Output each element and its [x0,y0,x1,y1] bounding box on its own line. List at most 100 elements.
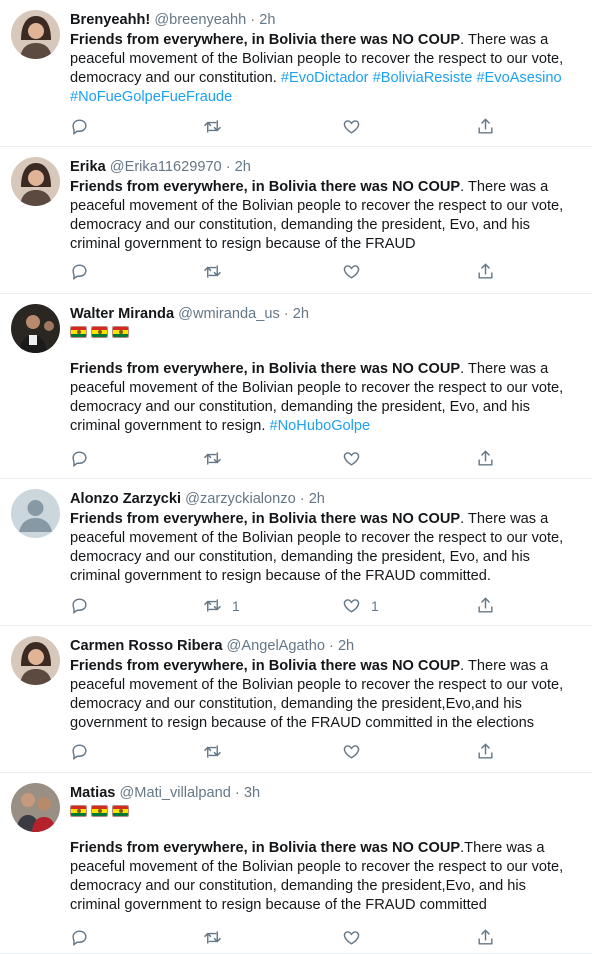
reply-icon [70,742,89,761]
like-button[interactable] [342,117,371,136]
display-name[interactable]: Brenyeahh! [70,12,150,28]
hashtag-link[interactable]: #BoliviaResiste [373,70,473,86]
avatar[interactable] [11,636,60,685]
hashtag-link[interactable]: #NoFueGolpeFueFraude [70,89,232,105]
tweet-actions [70,262,510,282]
share-button[interactable] [476,742,495,761]
user-handle[interactable]: @wmiranda_us [178,306,280,322]
retweet-icon [203,742,222,761]
separator-dot: · [295,491,309,507]
like-button[interactable] [342,742,371,761]
like-button[interactable] [342,449,371,468]
reply-button[interactable] [70,262,89,281]
timestamp[interactable]: 2h [235,159,251,175]
timestamp[interactable]: 2h [309,491,325,507]
tweet[interactable]: Brenyeahh! @breenyeahh · 2h Friends from … [0,0,592,147]
user-handle[interactable]: @Erika11629970 [110,159,222,175]
tweet-bold-text: Friends from everywhere, in Bolivia ther… [70,32,461,48]
share-button[interactable] [476,117,495,136]
timestamp[interactable]: 2h [338,638,354,654]
share-button[interactable] [476,596,495,615]
tweet-header: Erika @Erika11629970 · 2h [70,158,580,177]
tweet-bold-text: Friends from everywhere, in Bolivia ther… [70,658,461,674]
hashtag-link[interactable]: #EvoDictador [281,70,369,86]
tweet[interactable]: Carmen Rosso Ribera @AngelAgatho · 2h Fri… [0,626,592,773]
separator-dot: · [324,638,338,654]
like-button[interactable] [342,928,371,947]
share-button[interactable] [476,928,495,947]
display-name[interactable]: Alonzo Zarzycki [70,491,181,507]
share-icon [476,117,495,136]
tweet-content: Matias @Mati_villalpand · 3h Friends from… [70,784,580,915]
like-icon [342,928,361,947]
share-button[interactable] [476,449,495,468]
reply-button[interactable] [70,596,89,615]
avatar[interactable] [11,783,60,832]
retweet-icon [203,262,222,281]
tweet[interactable]: Erika @Erika11629970 · 2h Friends from ev… [0,147,592,294]
avatar[interactable] [11,157,60,206]
retweet-button[interactable] [203,449,232,468]
tweet-actions [70,117,510,137]
tweet-content: Erika @Erika11629970 · 2h Friends from ev… [70,158,580,254]
display-name[interactable]: Walter Miranda [70,306,174,322]
timestamp[interactable]: 2h [293,306,309,322]
reply-icon [70,596,89,615]
avatar[interactable] [11,10,60,59]
tweet-content: Carmen Rosso Ribera @AngelAgatho · 2h Fri… [70,637,580,733]
tweet-header: Brenyeahh! @breenyeahh · 2h [70,11,580,30]
user-handle[interactable]: @Mati_villalpand [119,785,230,801]
hashtag-link[interactable]: #EvoAsesino [476,70,561,86]
like-button[interactable] [342,262,371,281]
tweet-content: Walter Miranda @wmiranda_us · 2h Friends … [70,305,580,436]
display-name[interactable]: Matias [70,785,115,801]
tweet-bold-text: Friends from everywhere, in Bolivia ther… [70,361,461,377]
reply-button[interactable] [70,117,89,136]
tweet[interactable]: Walter Miranda @wmiranda_us · 2h Friends … [0,294,592,479]
hashtag-link[interactable]: #NoHuboGolpe [270,418,371,434]
tweet-bold-text: Friends from everywhere, in Bolivia ther… [70,511,461,527]
like-icon [342,449,361,468]
bolivia-flag-icon [91,326,108,338]
user-handle[interactable]: @AngelAgatho [227,638,325,654]
tweet-text: Friends from everywhere, in Bolivia ther… [70,178,580,254]
tweet-text: Friends from everywhere, in Bolivia ther… [70,839,580,915]
display-name[interactable]: Erika [70,159,106,175]
avatar[interactable] [11,304,60,353]
reply-button[interactable] [70,449,89,468]
reply-icon [70,262,89,281]
separator-dot: · [279,306,293,322]
retweet-button[interactable]: 1 [203,596,240,615]
timestamp[interactable]: 3h [244,785,260,801]
user-handle[interactable]: @breenyeahh [154,12,246,28]
user-handle[interactable]: @zarzyckialonzo [185,491,296,507]
tweet-text: Friends from everywhere, in Bolivia ther… [70,360,580,436]
tweet-bold-text: Friends from everywhere, in Bolivia ther… [70,840,461,856]
retweet-icon [203,928,222,947]
display-name[interactable]: Carmen Rosso Ribera [70,638,222,654]
retweet-button[interactable] [203,117,232,136]
retweet-button[interactable] [203,928,232,947]
timestamp[interactable]: 2h [259,12,275,28]
bolivia-flag-icon [70,326,87,338]
tweet[interactable]: Matias @Mati_villalpand · 3h Friends from… [0,773,592,954]
like-icon [342,117,361,136]
reply-button[interactable] [70,928,89,947]
bolivia-flag-icon [70,805,87,817]
reply-icon [70,928,89,947]
share-icon [476,742,495,761]
tweet-header: Alonzo Zarzycki @zarzyckialonzo · 2h [70,490,580,509]
like-icon [342,596,361,615]
like-button[interactable]: 1 [342,596,379,615]
tweet-text: Friends from everywhere, in Bolivia ther… [70,657,580,733]
separator-dot: · [246,12,260,28]
share-button[interactable] [476,262,495,281]
separator-dot: · [221,159,235,175]
retweet-button[interactable] [203,262,232,281]
tweet[interactable]: Alonzo Zarzycki @zarzyckialonzo · 2h Frie… [0,479,592,626]
retweet-button[interactable] [203,742,232,761]
avatar[interactable] [11,489,60,538]
reply-icon [70,449,89,468]
reply-button[interactable] [70,742,89,761]
tweet-content: Brenyeahh! @breenyeahh · 2h Friends from … [70,11,580,107]
